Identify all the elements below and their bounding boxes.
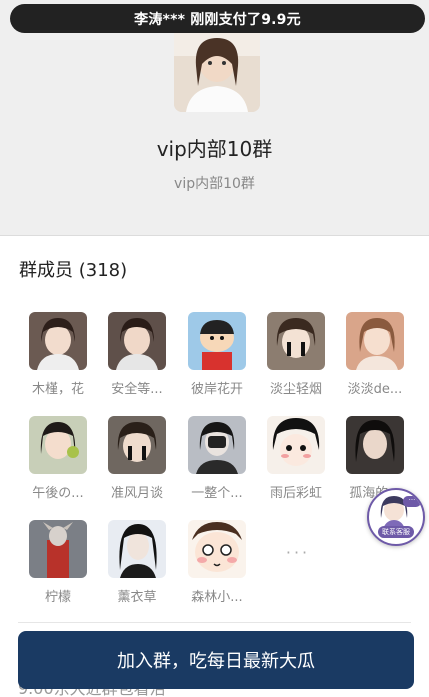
member-avatar	[346, 416, 404, 474]
member-name: 彼岸花开	[190, 382, 243, 397]
member-avatar	[29, 416, 87, 474]
member-name: 安全等...	[111, 382, 163, 397]
member-avatar	[29, 520, 87, 578]
member-item[interactable]: 柠檬	[18, 520, 98, 605]
member-name: 森林小...	[191, 590, 243, 605]
more-members-ellipsis[interactable]: ···	[278, 543, 318, 562]
member-name: 淡淡de...	[347, 382, 403, 397]
group-title: vip内部10群	[156, 137, 273, 161]
member-name: 午後の...	[32, 486, 84, 501]
member-avatar	[108, 312, 166, 370]
member-name: 一整个...	[191, 486, 243, 501]
group-avatar	[174, 26, 260, 112]
member-item[interactable]: 薰衣草	[97, 520, 177, 605]
member-avatar	[188, 416, 246, 474]
group-avatar-photo-icon	[174, 26, 260, 112]
member-name: 柠檬	[44, 590, 71, 605]
member-item[interactable]: 森林小...	[177, 520, 257, 605]
member-name: 木槿，花	[31, 382, 84, 397]
member-avatar	[108, 520, 166, 578]
payment-ticker: 李涛*** 刚刚支付了9.9元	[10, 4, 425, 33]
member-avatar	[188, 312, 246, 370]
member-name: 淡尘轻烟	[269, 382, 322, 397]
member-item[interactable]: 准风月谈	[97, 416, 177, 501]
member-name: 薰衣草	[117, 590, 157, 605]
support-label: 联系客服	[378, 526, 414, 538]
contact-support-button[interactable]: ··· 联系客服	[367, 488, 425, 546]
member-item[interactable]: 午後の...	[18, 416, 98, 501]
member-avatar	[267, 416, 325, 474]
member-item[interactable]: 木槿，花	[18, 312, 98, 397]
member-avatar	[267, 312, 325, 370]
chat-bubble-icon: ···	[403, 496, 421, 507]
member-avatar	[29, 312, 87, 370]
join-group-button[interactable]: 加入群，吃每日最新大瓜	[18, 631, 414, 689]
member-avatar	[346, 312, 404, 370]
member-item[interactable]: 彼岸花开	[177, 312, 257, 397]
members-heading: 群成员 (318)	[19, 260, 128, 281]
member-avatar	[108, 416, 166, 474]
member-item[interactable]: 安全等...	[97, 312, 177, 397]
group-header: 李涛*** 刚刚支付了9.9元 vip内部10群 vip内部10群	[0, 0, 429, 236]
member-item[interactable]: 一整个...	[177, 416, 257, 501]
member-avatar	[188, 520, 246, 578]
member-item[interactable]: 雨后彩虹	[256, 416, 336, 501]
member-item[interactable]: 淡尘轻烟	[256, 312, 336, 397]
divider	[18, 622, 411, 623]
member-name: 准风月谈	[110, 486, 163, 501]
member-name: 雨后彩虹	[269, 486, 322, 501]
member-item[interactable]: 淡淡de...	[335, 312, 415, 397]
group-subtitle: vip内部10群	[174, 176, 255, 192]
